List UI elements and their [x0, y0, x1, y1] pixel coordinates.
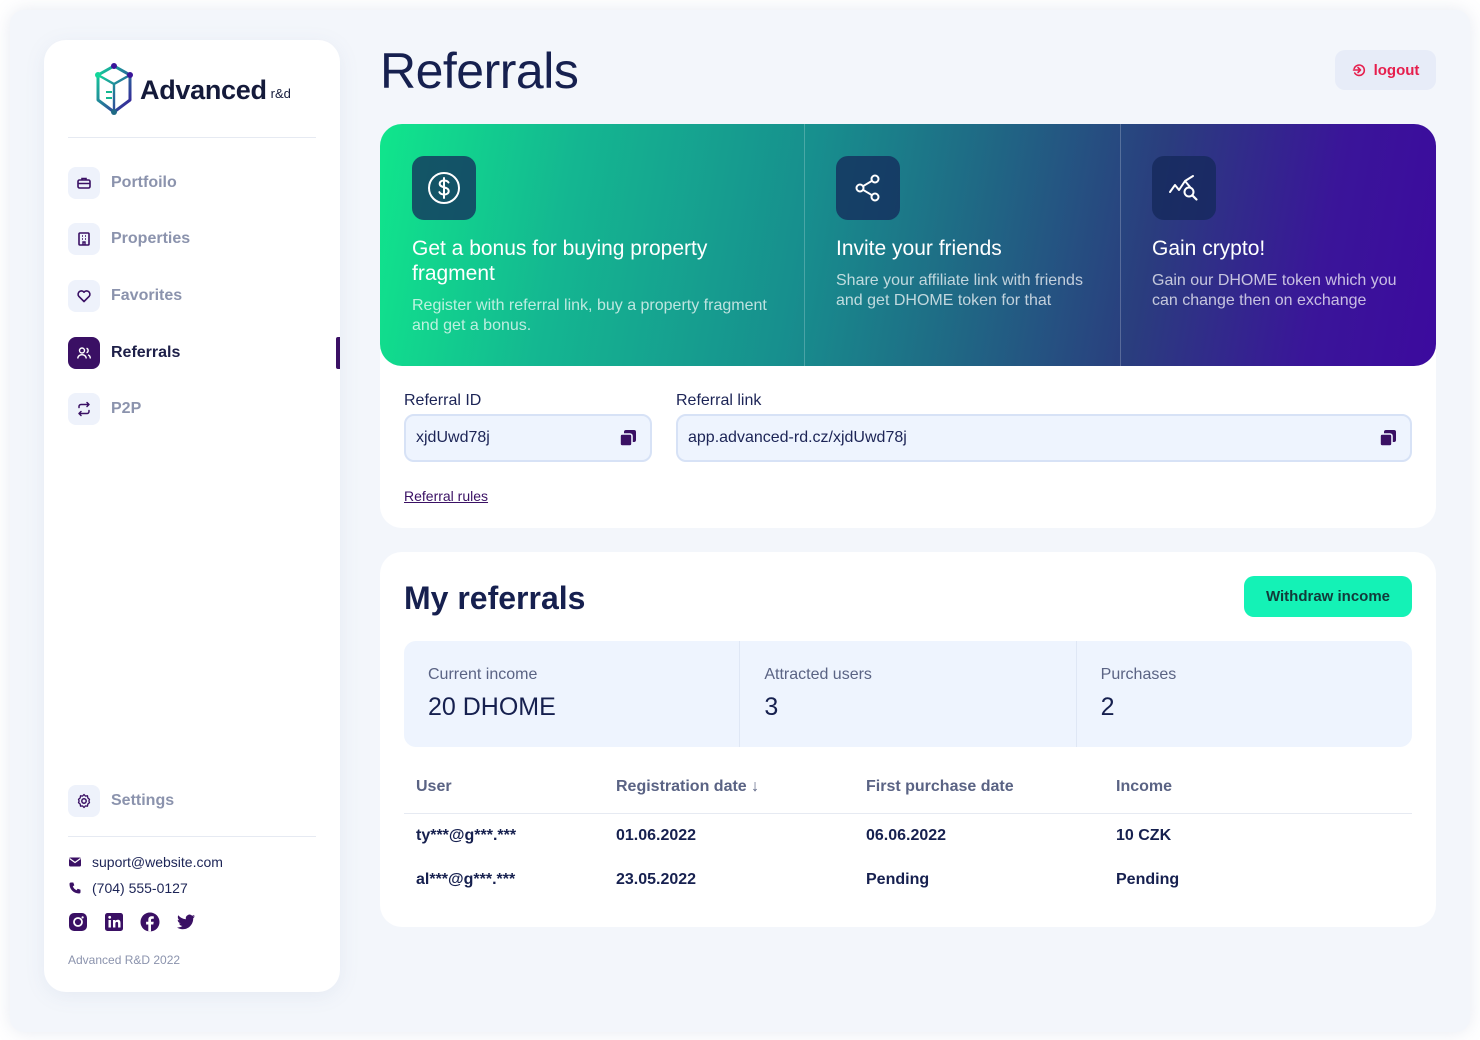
chart-search-icon [1152, 156, 1216, 220]
brand-name: Advanced [140, 74, 267, 105]
sidebar-item-referrals[interactable]: Referrals [68, 336, 340, 370]
table-row: ty***@g***.*** 01.06.2022 06.06.2022 10 … [404, 814, 1412, 858]
sidebar-item-p2p[interactable]: P2P [68, 392, 340, 426]
cell-user: al***@g***.*** [416, 871, 516, 888]
sidebar-item-portfolio[interactable]: Portfoilo [68, 166, 340, 200]
table-row: al***@g***.*** 23.05.2022 Pending Pendin… [404, 858, 1412, 902]
referral-id-field[interactable]: xjdUwd78j [404, 414, 652, 462]
stat-purchases: Purchases 2 [1075, 641, 1412, 747]
sidebar-item-favorites[interactable]: Favorites [68, 279, 340, 313]
referral-id-label: Referral ID [404, 392, 482, 409]
dollar-icon [412, 156, 476, 220]
banner-text: Gain our DHOME token which you can chang… [1152, 272, 1397, 309]
briefcase-icon [68, 167, 100, 199]
my-referrals-card: My referrals Withdraw income Current inc… [380, 552, 1436, 927]
referral-link-label: Referral link [676, 392, 762, 409]
banner-step-crypto: Gain crypto! Gain our DHOME token which … [1152, 124, 1416, 366]
column-header-user[interactable]: User [416, 778, 452, 796]
logout-button[interactable]: logout [1335, 50, 1436, 90]
logo-mark-icon [95, 63, 133, 115]
stat-value: 3 [764, 693, 779, 721]
stat-attracted-users: Attracted users 3 [739, 641, 1075, 747]
banner-title: Gain crypto! [1152, 237, 1266, 260]
sidebar-item-label: Favorites [111, 287, 183, 304]
facebook-icon[interactable] [140, 912, 160, 932]
sidebar-item-label: Portfoilo [111, 174, 177, 191]
share-icon [836, 156, 900, 220]
sidebar-item-label: Referrals [111, 344, 181, 361]
cell-user: ty***@g***.*** [416, 827, 517, 844]
copy-icon[interactable] [618, 428, 638, 448]
sidebar-item-label: Settings [111, 792, 175, 809]
linkedin-icon[interactable] [104, 912, 124, 932]
copyright-text: Advanced R&D 2022 [68, 953, 181, 967]
cell-income: 10 CZK [1116, 827, 1172, 844]
social-links [68, 912, 196, 932]
logout-label: logout [1373, 61, 1420, 79]
cell-registration-date: 01.06.2022 [616, 827, 697, 844]
phone-text: (704) 555-0127 [92, 880, 188, 896]
contact-phone[interactable]: (704) 555-0127 [68, 880, 188, 896]
twitter-icon[interactable] [176, 912, 196, 932]
page-title: Referrals [380, 43, 579, 99]
column-header-registration-date[interactable]: Registration date ↓ [616, 778, 759, 796]
section-title: My referrals [404, 580, 586, 616]
referral-banner: Get a bonus for buying property fragment… [380, 124, 1436, 366]
contact-email[interactable]: suport@website.com [68, 854, 223, 870]
column-header-first-purchase[interactable]: First purchase date [866, 778, 1014, 796]
sidebar-divider [68, 137, 316, 138]
referral-link-field[interactable]: app.advanced-rd.cz/xjdUwd78j [676, 414, 1412, 462]
banner-text: Register with referral link, buy a prope… [412, 297, 767, 334]
sidebar-item-properties[interactable]: Properties [68, 222, 340, 256]
banner-separator [1120, 124, 1121, 366]
sidebar-item-settings[interactable]: Settings [68, 784, 340, 818]
gear-icon [68, 785, 100, 817]
column-header-income[interactable]: Income [1116, 778, 1172, 796]
sidebar: Advanced r&d Portfoilo Properties Favori… [44, 40, 340, 992]
stat-label: Attracted users [764, 666, 872, 683]
referrals-table: User Registration date ↓ First purchase … [404, 778, 1412, 902]
cell-first-purchase: Pending [866, 871, 930, 888]
stat-current-income: Current income 20 DHOME [404, 641, 739, 747]
stat-label: Purchases [1100, 666, 1177, 683]
stat-value: 20 DHOME [428, 693, 556, 721]
brand-suffix: r&d [270, 85, 291, 101]
sidebar-divider [68, 836, 316, 837]
referral-rules-link[interactable]: Referral rules [404, 488, 488, 504]
users-icon [68, 337, 100, 369]
referral-stats: Current income 20 DHOME Attracted users … [404, 641, 1412, 747]
instagram-icon[interactable] [68, 912, 88, 932]
heart-icon [68, 280, 100, 312]
banner-step-bonus: Get a bonus for buying property fragment… [412, 124, 792, 366]
stat-label: Current income [428, 666, 538, 683]
referral-id-value: xjdUwd78j [416, 429, 490, 446]
brand-logo[interactable]: Advanced r&d [92, 62, 291, 118]
referral-link-value: app.advanced-rd.cz/xjdUwd78j [688, 429, 907, 446]
swap-icon [68, 393, 100, 425]
building-icon [68, 223, 100, 255]
sidebar-item-label: Properties [111, 230, 191, 247]
phone-icon [69, 882, 81, 894]
active-indicator [336, 337, 340, 369]
table-header: User Registration date ↓ First purchase … [404, 778, 1412, 814]
banner-separator [804, 124, 805, 366]
cell-registration-date: 23.05.2022 [616, 871, 697, 888]
cell-first-purchase: 06.06.2022 [866, 827, 947, 844]
email-text: suport@website.com [92, 854, 223, 870]
withdraw-income-button[interactable]: Withdraw income [1244, 576, 1412, 617]
logout-icon [1352, 64, 1365, 77]
stat-value: 2 [1100, 693, 1115, 721]
banner-title: Get a bonus for buying property fragment [412, 237, 708, 285]
banner-title: Invite your friends [836, 237, 1002, 260]
banner-text: Share your affiliate link with friends a… [836, 272, 1083, 309]
banner-step-invite: Invite your friends Share your affiliate… [836, 124, 1108, 366]
cell-income: Pending [1116, 871, 1180, 888]
mail-icon [69, 857, 81, 867]
copy-icon[interactable] [1378, 428, 1398, 448]
sidebar-item-label: P2P [111, 400, 142, 417]
referral-card: Get a bonus for buying property fragment… [380, 124, 1436, 528]
